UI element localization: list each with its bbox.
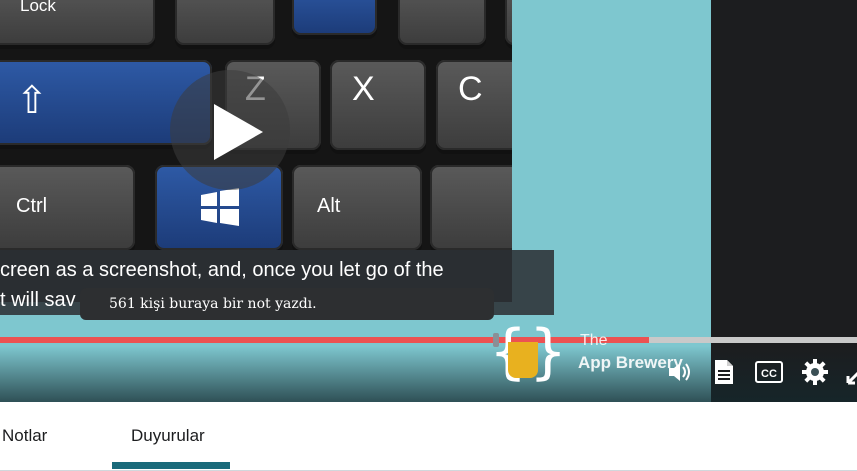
- settings-button[interactable]: [800, 357, 830, 387]
- subtitle-line-1: creen as a screenshot, and, once you let…: [0, 259, 444, 281]
- expand-button[interactable]: [844, 357, 857, 387]
- key-shift-label: ⇧: [16, 80, 48, 122]
- windows-logo-icon: [201, 188, 239, 226]
- active-tab-indicator: [112, 462, 230, 469]
- key-c-label: C: [458, 70, 483, 108]
- transcript-button[interactable]: [708, 357, 738, 387]
- captions-icon: CC: [755, 361, 783, 383]
- key-alt-label: Alt: [317, 195, 341, 217]
- transcript-icon: [715, 360, 733, 384]
- watermark-the: The: [580, 332, 608, 349]
- key-lock: Lock: [0, 0, 155, 45]
- tab-duyurular[interactable]: Duyurular: [131, 426, 205, 446]
- key-c: C: [436, 60, 512, 150]
- volume-icon: [669, 363, 690, 381]
- key-alt: Alt: [292, 165, 422, 250]
- brace-right-icon: }: [530, 317, 567, 387]
- expand-icon: [846, 371, 857, 385]
- key-ctrl: Ctrl: [0, 165, 135, 250]
- captions-button[interactable]: CC: [754, 357, 784, 387]
- captions-label: CC: [761, 368, 777, 380]
- key-top-4: [398, 0, 486, 45]
- key-bottom-4: [430, 165, 512, 250]
- key-x-label: X: [352, 70, 375, 108]
- tab-bar: Notlar Duyurular: [0, 402, 857, 471]
- notes-tooltip: 561 kişi buraya bir not yazdı.: [80, 288, 494, 320]
- key-top-5: [505, 0, 512, 45]
- key-ctrl-label: Ctrl: [16, 195, 48, 217]
- key-top-2: [175, 0, 275, 45]
- play-button[interactable]: [170, 70, 290, 190]
- key-x: X: [330, 60, 426, 150]
- settings-icon: [802, 359, 828, 385]
- key-lock-label: Lock: [20, 0, 56, 15]
- key-top-3: [292, 0, 377, 35]
- video-player[interactable]: Lock ⇧ Z X C Ctrl Alt: [0, 0, 857, 402]
- volume-button[interactable]: [664, 357, 694, 387]
- progress-bar[interactable]: [0, 337, 857, 343]
- play-icon: [214, 104, 263, 160]
- tab-notlar[interactable]: Notlar: [2, 426, 47, 446]
